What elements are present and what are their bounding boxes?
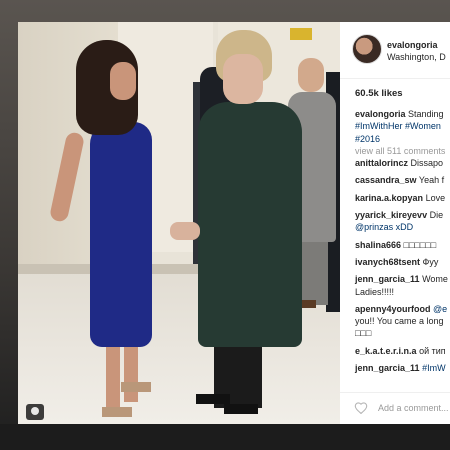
view-all-comments-link[interactable]: view all 511 comments — [355, 145, 450, 157]
comment-text-cont: Ladies!!!!! — [355, 286, 395, 297]
comment-text: Yeah f — [418, 175, 445, 186]
caption: evalongoria Standing — [355, 108, 450, 120]
caption-tags[interactable]: #ImWithHer #Women — [355, 121, 441, 131]
person-icon[interactable] — [26, 404, 44, 420]
comment-username[interactable]: shalina666 — [355, 240, 401, 250]
dimmed-background-bottom — [0, 424, 450, 450]
caption-text: Standing — [408, 109, 444, 119]
exit-sign — [290, 28, 312, 40]
comment-username[interactable]: jenn_garcia_11 — [355, 274, 420, 284]
post-photo[interactable] — [18, 22, 340, 424]
likes-count[interactable]: 60.5k likes — [355, 88, 403, 99]
comment-username[interactable]: jenn_garcia_11 — [355, 363, 420, 373]
comment-username[interactable]: karina.a.kopyan — [355, 193, 423, 203]
comment-text: □□□□□□ — [403, 239, 437, 250]
post-side-panel: evalongoria Washington, D 60.5k likes ev… — [340, 22, 450, 424]
location-link[interactable]: Washington, D — [387, 52, 446, 62]
username-link[interactable]: evalongoria — [387, 40, 438, 50]
comment-username[interactable]: apenny4yourfood — [355, 304, 431, 314]
comment-text-cont: you!! You came a long — [355, 316, 444, 327]
comment-text: Фуу — [422, 256, 439, 267]
comment-username[interactable]: yyarick_kireyevv — [355, 210, 427, 220]
comment-username[interactable]: ivanych68tsent — [355, 257, 420, 267]
woman-blue-dress — [90, 122, 152, 347]
heart-outline-icon[interactable] — [354, 402, 368, 414]
comment-text: ой тип — [419, 345, 446, 356]
clasped-hands — [170, 222, 200, 240]
woman-green-coat — [198, 102, 302, 347]
comment: yyarick_kireyevv Die — [355, 209, 450, 221]
comment: karina.a.kopyan Love — [355, 192, 450, 204]
comment-text: Love — [425, 192, 446, 203]
comment-text-cont: □□□ — [355, 328, 372, 339]
caption-username[interactable]: evalongoria — [355, 109, 406, 119]
add-comment-input[interactable]: Add a comment... — [378, 403, 449, 413]
comment-mention[interactable]: @prinzas xDD — [355, 222, 413, 232]
comment-username[interactable]: e_k.a.t.e.r.i.n.a — [355, 346, 417, 356]
comment: shalina666 □□□□□□ — [355, 239, 450, 251]
comment: ivanych68tsent Фуу — [355, 256, 450, 268]
comment-text: Die — [429, 210, 444, 221]
post-header: evalongoria Washington, D — [340, 22, 450, 79]
comment: jenn_garcia_11 #ImW — [355, 362, 450, 374]
comment-text: Wome — [422, 274, 448, 285]
comment: e_k.a.t.e.r.i.n.a ой тип — [355, 345, 450, 357]
comment-mention[interactable]: @e — [433, 304, 447, 314]
comment: apenny4yourfood @e — [355, 303, 450, 315]
comment-username[interactable]: cassandra_sw — [355, 175, 417, 185]
comment-bar: Add a comment... — [340, 392, 450, 424]
caption-tags-2[interactable]: #2016 — [355, 134, 380, 144]
comment-username[interactable]: anittalorincz — [355, 158, 408, 168]
avatar[interactable] — [352, 34, 382, 64]
comment-tag[interactable]: #ImW — [422, 363, 446, 373]
comment: cassandra_sw Yeah f — [355, 174, 450, 186]
comment: jenn_garcia_11 Wome — [355, 273, 450, 285]
comment-text: Dissapo — [410, 158, 444, 169]
comments-list: evalongoria Standing #ImWithHer #Women #… — [355, 108, 450, 374]
comment: anittalorincz Dissapo — [355, 157, 450, 169]
